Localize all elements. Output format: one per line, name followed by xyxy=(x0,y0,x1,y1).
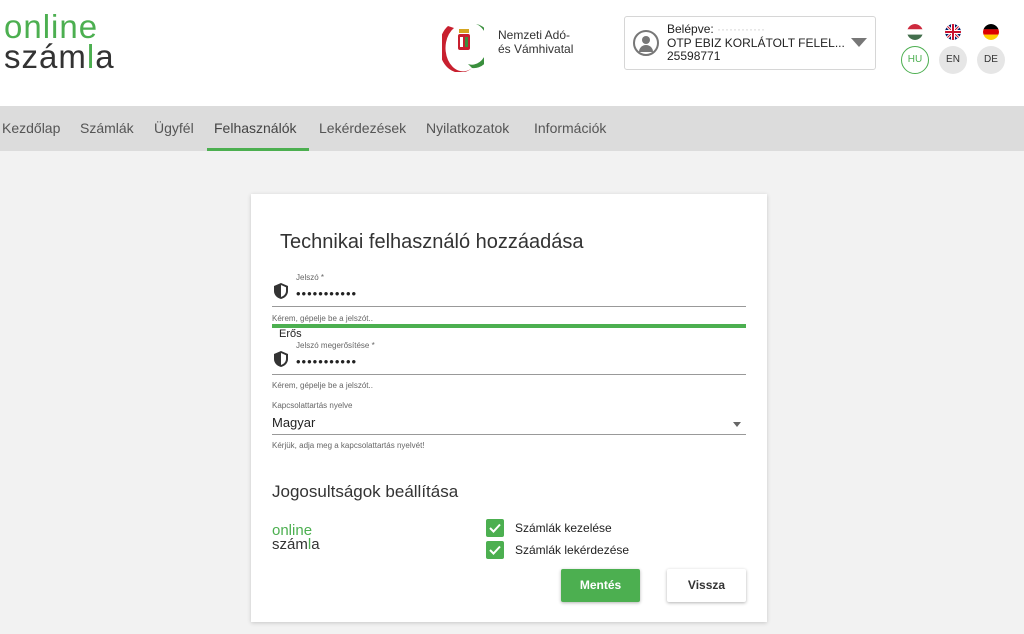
language-hu-button[interactable]: HU xyxy=(900,24,930,74)
contact-language-underline xyxy=(272,434,746,435)
nav-item-nyilatkozatok[interactable]: Nyilatkozatok xyxy=(426,106,509,151)
save-button[interactable]: Mentés xyxy=(561,569,640,602)
nav-crest-logo-icon xyxy=(442,24,484,72)
password-label: Jelszó * xyxy=(296,273,325,282)
online-szamla-small-logo: online számla xyxy=(272,522,320,553)
password-hint: Kérem, gépelje be a jelszót.. xyxy=(272,314,373,323)
germany-flag-icon xyxy=(983,24,999,40)
language-de-button[interactable]: DE xyxy=(976,24,1006,74)
nav-item-informaciok[interactable]: Információk xyxy=(534,106,606,151)
password-strength-label: Erős xyxy=(279,328,302,340)
password-confirm-hint: Kérem, gépelje be a jelszót.. xyxy=(272,381,373,390)
chevron-down-icon xyxy=(851,38,867,47)
password-input[interactable]: ••••••••••• xyxy=(296,286,357,301)
checkbox-checked-icon[interactable] xyxy=(486,519,504,537)
nav-item-szamlak[interactable]: Számlák xyxy=(80,106,134,151)
password-strength-bar xyxy=(272,324,746,328)
contact-language-label: Kapcsolattartás nyelve xyxy=(272,401,353,410)
nav-item-lekerdezesek[interactable]: Lekérdezések xyxy=(319,106,406,151)
contact-language-select[interactable]: Magyar xyxy=(272,415,315,430)
language-en-button[interactable]: EN xyxy=(938,24,968,74)
password-confirm-input[interactable]: ••••••••••• xyxy=(296,354,357,369)
checkbox-checked-icon[interactable] xyxy=(486,541,504,559)
password-confirm-label: Jelszó megerősítése * xyxy=(296,341,375,350)
shield-icon xyxy=(274,283,288,299)
header: online számla Nemzeti Adó- és Vámhivatal… xyxy=(0,0,1024,106)
page-title: Technikai felhasználó hozzáadása xyxy=(280,231,584,253)
nav-authority-name: Nemzeti Adó- és Vámhivatal xyxy=(498,28,574,56)
nav-item-felhasznalok[interactable]: Felhasználók xyxy=(207,106,309,151)
online-szamla-logo[interactable]: online számla xyxy=(4,10,115,73)
nav-item-ugyfel[interactable]: Ügyfél xyxy=(154,106,194,151)
shield-icon xyxy=(274,351,288,367)
contact-language-hint: Kérjük, adja meg a kapcsolattartás nyelv… xyxy=(272,441,425,450)
permissions-title: Jogosultságok beállítása xyxy=(272,482,459,501)
user-info: Belépve: ············ OTP EBIZ KORLÁTOLT… xyxy=(667,22,845,63)
add-technical-user-card: Technikai felhasználó hozzáadása Jelszó … xyxy=(251,194,767,622)
main-nav: Kezdőlap Számlák Ügyfél Felhasználók Lek… xyxy=(0,106,1024,151)
user-account-dropdown[interactable]: Belépve: ············ OTP EBIZ KORLÁTOLT… xyxy=(624,16,876,70)
dropdown-arrow-icon[interactable] xyxy=(733,422,741,427)
password-confirm-underline xyxy=(272,374,746,375)
hungary-flag-icon xyxy=(907,24,923,40)
uk-flag-icon xyxy=(945,24,961,40)
back-button[interactable]: Vissza xyxy=(667,569,746,602)
user-avatar-icon xyxy=(633,30,659,56)
nav-item-kezdolap[interactable]: Kezdőlap xyxy=(2,106,60,151)
password-underline xyxy=(272,306,746,307)
